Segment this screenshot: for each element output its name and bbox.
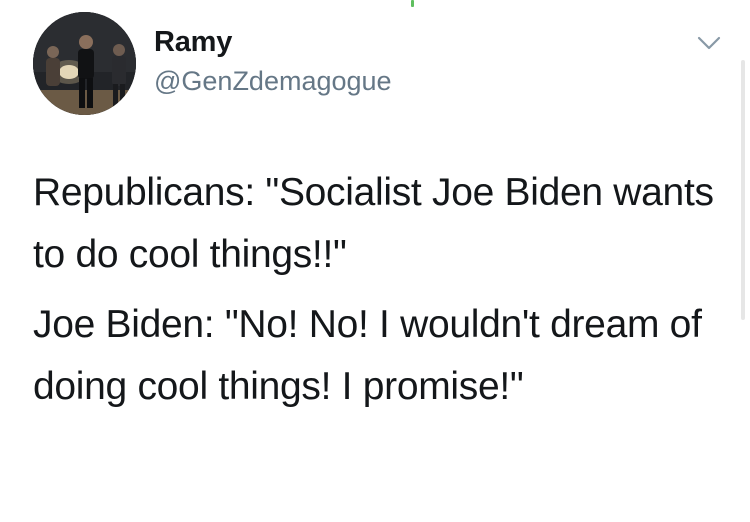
display-name[interactable]: Ramy	[154, 26, 232, 59]
tweet-paragraph: Republicans: "Socialist Joe Biden wants …	[33, 171, 725, 276]
scrollbar[interactable]	[741, 60, 745, 320]
avatar[interactable]	[33, 12, 136, 115]
tweet-card: Ramy @GenZdemagogue Republicans: "Social…	[0, 0, 750, 522]
avatar-photo	[33, 12, 136, 115]
tweet-text: Republicans: "Socialist Joe Biden wants …	[33, 162, 733, 418]
tweet-menu-button[interactable]	[692, 28, 726, 58]
user-handle[interactable]: @GenZdemagogue	[154, 66, 392, 97]
status-indicator	[411, 0, 414, 7]
chevron-down-icon	[697, 36, 721, 50]
tweet-paragraph: Joe Biden: "No! No! I wouldn't dream of …	[33, 303, 713, 408]
